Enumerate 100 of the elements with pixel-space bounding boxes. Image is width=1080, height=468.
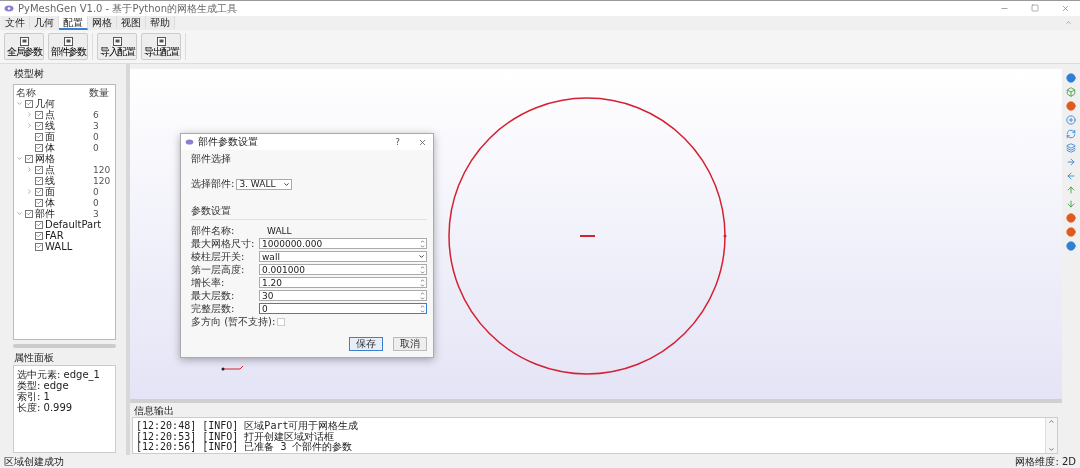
tree-item-label[interactable]: FAR — [45, 230, 113, 241]
line-segment — [579, 235, 596, 237]
spin-field[interactable]: 1000000.000 — [259, 238, 427, 249]
help-button[interactable]: ? — [395, 137, 400, 147]
circle-icon[interactable] — [1066, 227, 1076, 237]
scroll-up-icon[interactable] — [1048, 418, 1055, 425]
field-label: 选择部件: — [191, 177, 235, 191]
tree-item-label[interactable]: 面 — [45, 186, 91, 197]
log-line: [12:20:56] [INFO] 已准备 3 个部件的参数 — [136, 442, 354, 453]
tree-item-label[interactable]: 点 — [45, 109, 91, 120]
tree-item-label[interactable]: 部件 — [35, 208, 91, 219]
menu-tab[interactable]: 视图 — [117, 16, 146, 30]
checkbox[interactable] — [35, 110, 43, 119]
menu-tab[interactable]: 配置 — [59, 16, 88, 30]
field-label: 多方向 (暂不支持): — [191, 315, 276, 328]
checkbox[interactable] — [35, 121, 43, 130]
spin-field[interactable]: 0.001000 — [259, 264, 427, 275]
log-line: [12:20:48] [INFO] 区域Part可用于网格生成 — [136, 421, 360, 432]
circle-icon[interactable] — [1066, 101, 1076, 111]
checkbox[interactable] — [35, 242, 43, 251]
menu-tab[interactable]: 网格 — [88, 16, 117, 30]
checkbox[interactable] — [35, 187, 43, 196]
app-logo-icon — [4, 5, 14, 12]
menu-tab[interactable]: 文件 — [1, 16, 30, 30]
tree-item-label[interactable]: 网格 — [35, 153, 113, 164]
spin-arrows-icon[interactable] — [420, 238, 425, 249]
property-line: 选中元素: edge_1 — [17, 369, 101, 380]
count-text: 0 — [93, 197, 100, 208]
tree-item-label[interactable]: 面 — [45, 131, 91, 142]
close-icon[interactable] — [1061, 4, 1070, 13]
tree-item-label[interactable]: 几何 — [35, 98, 113, 109]
collapse-ribbon-icon[interactable] — [1065, 19, 1072, 26]
property-line: 类型: edge — [17, 380, 69, 391]
scroll-down-icon[interactable] — [1048, 445, 1055, 453]
property-line: 长度: 0.999 — [17, 402, 74, 413]
checkbox[interactable] — [35, 143, 43, 152]
menu-tab[interactable]: 帮助 — [146, 16, 175, 30]
tree-item-label[interactable]: DefaultPart — [45, 219, 113, 230]
refresh-icon[interactable] — [1066, 129, 1076, 139]
cube-icon[interactable] — [1066, 87, 1076, 97]
toolbar-button[interactable]: 导出配置 — [141, 33, 181, 60]
window-title: PyMeshGen V1.0 - 基于Python的网格生成工具 — [18, 1, 239, 16]
layers-icon[interactable] — [1066, 143, 1076, 153]
document-icon — [19, 36, 29, 46]
spin-field[interactable]: 30 — [259, 290, 427, 301]
part-dropdown[interactable]: 3. WALL — [236, 178, 293, 190]
checkbox[interactable] — [35, 198, 43, 207]
spin-arrows-icon[interactable] — [420, 277, 425, 288]
circle-icon[interactable] — [1066, 213, 1076, 223]
tree-item-label[interactable]: WALL — [45, 241, 113, 252]
maximize-icon[interactable] — [1031, 4, 1039, 12]
tree-item-label[interactable]: 点 — [45, 164, 91, 175]
status-message: 区域创建成功 — [4, 455, 64, 468]
tree-item-label[interactable]: 线 — [45, 175, 91, 186]
section-heading: 部件选择 — [191, 153, 232, 165]
circle-icon[interactable] — [1066, 73, 1076, 83]
checkbox[interactable] — [277, 317, 286, 326]
dropdown[interactable]: wall — [259, 251, 427, 262]
tree-item-label[interactable]: 体 — [45, 197, 91, 208]
checkbox[interactable] — [25, 154, 33, 163]
arrow-down-icon[interactable] — [1066, 199, 1076, 209]
panel-title: 信息输出 — [133, 405, 175, 417]
checkbox[interactable] — [25, 209, 33, 218]
field-label: 完整层数: — [191, 302, 236, 315]
spin-field[interactable]: 0 — [259, 303, 427, 314]
plus-circle-icon[interactable] — [1066, 115, 1076, 125]
count-text: 3 — [93, 120, 100, 131]
point-marker — [723, 234, 727, 238]
tree-item-label[interactable]: 线 — [45, 120, 91, 131]
field-label: 第一层高度: — [191, 263, 246, 276]
spin-arrows-icon[interactable] — [420, 303, 425, 314]
panel-title: 属性面板 — [13, 352, 55, 364]
tree-item-label[interactable]: 体 — [45, 142, 91, 153]
count-text: 3 — [93, 208, 100, 219]
checkbox[interactable] — [35, 132, 43, 141]
column-header: 数量 — [89, 87, 109, 98]
menu-tab[interactable]: 几何 — [30, 16, 59, 30]
dialog-button[interactable]: 保存 — [349, 337, 383, 351]
arrow-right-icon[interactable] — [1066, 157, 1076, 167]
dialog-title: 部件参数设置 — [198, 135, 259, 149]
checkbox[interactable] — [35, 176, 43, 185]
column-header: 名称 — [16, 87, 36, 98]
field-label: 最大网格尺寸: — [191, 237, 256, 250]
toolbar-button[interactable]: 导入配置 — [97, 33, 137, 60]
spin-arrows-icon[interactable] — [420, 264, 425, 275]
circle-icon[interactable] — [1066, 241, 1076, 251]
close-icon[interactable] — [418, 137, 427, 147]
checkbox[interactable] — [35, 165, 43, 174]
checkbox[interactable] — [25, 99, 33, 108]
arrow-left-icon[interactable] — [1066, 171, 1076, 181]
arrow-up-icon[interactable] — [1066, 185, 1076, 195]
toolbar-button[interactable]: 全局参数 — [4, 33, 44, 60]
dialog-button[interactable]: 取消 — [393, 337, 427, 351]
checkbox[interactable] — [35, 231, 43, 240]
toolbar-button[interactable]: 部件参数 — [48, 33, 88, 60]
spin-field[interactable]: 1.20 — [259, 277, 427, 288]
field-label: 棱柱层开关: — [191, 250, 246, 263]
checkbox[interactable] — [35, 220, 43, 229]
scrollbar[interactable] — [1045, 418, 1057, 453]
spin-arrows-icon[interactable] — [420, 290, 425, 301]
